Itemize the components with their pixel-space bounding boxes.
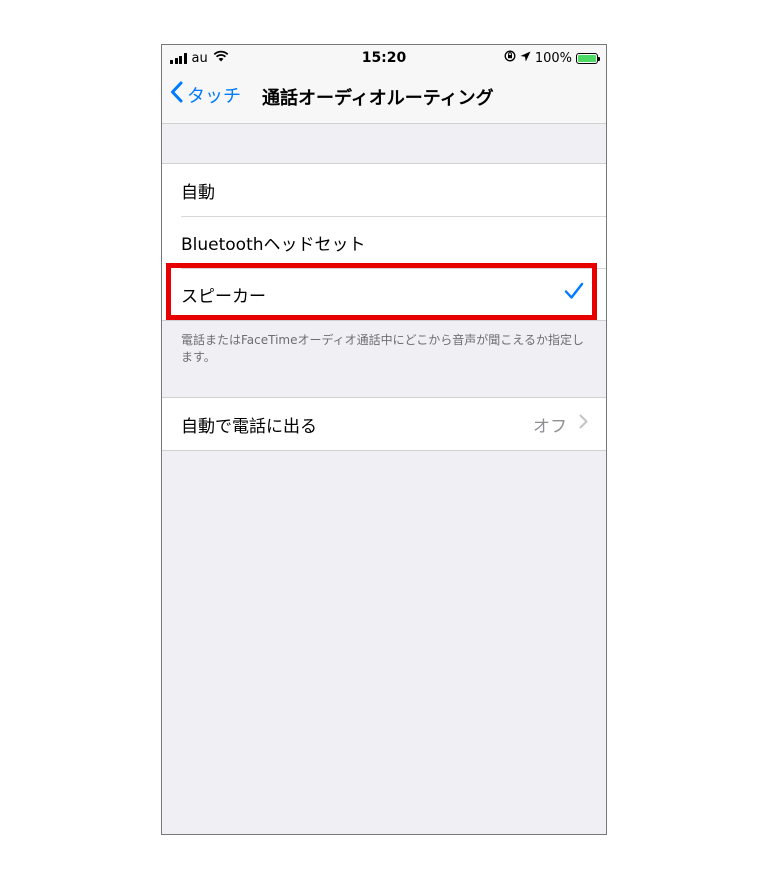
chevron-right-icon bbox=[579, 414, 588, 434]
status-right: 100% bbox=[504, 50, 600, 66]
routing-option-auto[interactable]: 自動 bbox=[162, 164, 606, 216]
checkmark-icon bbox=[564, 282, 584, 305]
auto-answer-value-text: オフ bbox=[533, 416, 567, 437]
routing-option-label: 自動 bbox=[181, 182, 215, 203]
routing-option-label: スピーカー bbox=[181, 286, 266, 307]
battery-icon bbox=[576, 52, 600, 64]
battery-percent: 100% bbox=[534, 50, 572, 66]
chevron-left-icon bbox=[170, 81, 183, 108]
auto-answer-value: オフ bbox=[533, 398, 588, 450]
auto-answer-row[interactable]: 自動で電話に出る オフ bbox=[162, 398, 606, 450]
back-button[interactable]: タッチ bbox=[170, 81, 241, 108]
phone-screen: au 15:20 100% タッチ 通話オーディオルーティング 自動 Bluet… bbox=[161, 44, 607, 835]
auto-answer-group: 自動で電話に出る オフ bbox=[162, 397, 606, 451]
routing-option-speaker[interactable]: スピーカー bbox=[162, 268, 606, 320]
back-label: タッチ bbox=[187, 85, 241, 107]
routing-footnote: 電話またはFaceTimeオーディオ通話中にどこから音声が聞こえるか指定します。 bbox=[181, 333, 584, 364]
routing-option-label: Bluetoothヘッドセット bbox=[181, 234, 366, 255]
location-icon bbox=[520, 51, 531, 66]
routing-option-bluetooth[interactable]: Bluetoothヘッドセット bbox=[162, 216, 606, 268]
orientation-lock-icon bbox=[504, 50, 516, 66]
status-bar: au 15:20 100% bbox=[162, 45, 606, 71]
auto-answer-label: 自動で電話に出る bbox=[181, 416, 317, 437]
navigation-bar: タッチ 通話オーディオルーティング bbox=[162, 71, 606, 124]
routing-options-group: 自動 Bluetoothヘッドセット スピーカー bbox=[162, 163, 606, 321]
page-title: 通話オーディオルーティング bbox=[262, 88, 494, 109]
